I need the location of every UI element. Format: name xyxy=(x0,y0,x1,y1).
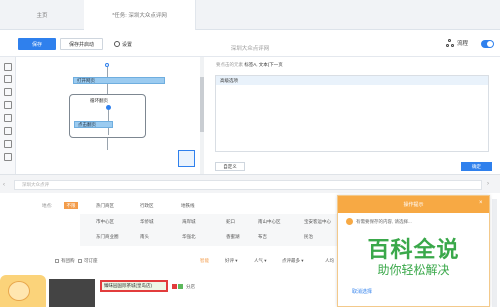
reserve-badge-icon xyxy=(178,284,183,289)
flow-connector xyxy=(108,110,109,121)
browser-scrollbar[interactable] xyxy=(492,199,497,307)
filter-tab-hot-area[interactable]: 热门商区 xyxy=(96,203,114,209)
operation-tip-popup: 操作提示 × 有需要保存的内容, 请选择... 百科全说 助你轻松解决 取消选择 xyxy=(337,195,490,307)
area-item[interactable]: 东门商业圈 xyxy=(96,234,119,240)
sort-price[interactable]: 人均 xyxy=(325,258,334,264)
page-icon[interactable] xyxy=(4,75,12,83)
wait-icon[interactable] xyxy=(4,153,12,161)
properties-header-value: 标签A, 文本(下一页 xyxy=(244,62,283,67)
sort-popularity[interactable]: 人气 ▾ xyxy=(254,258,267,264)
reservation-checkbox[interactable]: 可订座 xyxy=(78,258,98,264)
popup-message: 有需要保存的内容, 请选择... xyxy=(356,219,412,224)
flow-connector xyxy=(108,128,109,135)
mascot-image xyxy=(0,275,46,307)
close-icon[interactable]: × xyxy=(479,200,483,206)
sort-rating[interactable]: 好评 ▾ xyxy=(225,258,238,264)
fit-view-icon[interactable] xyxy=(178,150,195,167)
area-item[interactable]: 华侨城 xyxy=(140,219,154,225)
sort-reviews[interactable]: 点评最多 ▾ xyxy=(282,258,304,264)
filter-tab-metro[interactable]: 地铁线 xyxy=(181,203,195,209)
custom-button[interactable]: 自定义 xyxy=(215,162,245,171)
watermark-subtitle: 助你轻松解决 xyxy=(377,263,450,277)
area-grid: 市中心区 华侨城 海岸城 蛇口 南山中心区 宝安客运中心 东门商业圈 南头 华强… xyxy=(80,214,340,246)
flow-label: 流程 xyxy=(457,41,469,47)
settings-button[interactable]: 设置 xyxy=(108,38,138,50)
properties-header: 要点击的元素 标签A, 文本(下一页 xyxy=(216,62,283,68)
tab-home[interactable]: 主页 xyxy=(0,0,84,30)
cancel-selection-link[interactable]: 取消选择 xyxy=(352,288,372,295)
filter-unlimited[interactable]: 不限 xyxy=(64,202,78,209)
tool-rail xyxy=(0,57,16,174)
area-item[interactable]: 南山中心区 xyxy=(258,219,281,225)
flow-connector xyxy=(107,138,108,150)
add-step-icon[interactable] xyxy=(106,105,111,110)
warning-icon xyxy=(346,218,353,225)
node-click-next[interactable]: 点击翻页 xyxy=(74,121,113,128)
node-open-page[interactable]: 打开网页 xyxy=(73,77,165,84)
flow-icon xyxy=(446,39,454,47)
task-title: 深圳大众点评网 xyxy=(230,46,270,52)
edit-icon[interactable] xyxy=(4,101,12,109)
watermark-title: 百科全说 xyxy=(367,238,460,263)
tab-task[interactable]: *任务: 深圳大众点评网 xyxy=(84,0,196,30)
filter-tab-district[interactable]: 行政区 xyxy=(140,203,154,209)
sort-smart[interactable]: 智能 xyxy=(200,258,209,264)
branch-link[interactable]: 分店 xyxy=(186,284,195,290)
group-badge-icon xyxy=(172,284,177,289)
shop-thumbnail[interactable] xyxy=(49,279,95,307)
checkbox-label: 可订座 xyxy=(84,258,98,263)
area-item[interactable]: 宝安客运中心 xyxy=(304,219,331,225)
area-item[interactable]: 蛇口 xyxy=(226,219,235,225)
url-input[interactable]: 深圳大众点评 xyxy=(14,180,482,190)
area-item[interactable]: 民治 xyxy=(304,234,313,240)
loop-container[interactable]: 循环翻页 点击翻页 xyxy=(69,94,146,138)
go-icon[interactable]: › xyxy=(487,181,489,187)
save-and-start-button[interactable]: 保存并启动 xyxy=(60,38,103,50)
loop-icon[interactable] xyxy=(4,127,12,135)
flow-connector xyxy=(107,67,108,77)
ok-button[interactable]: 确定 xyxy=(461,162,492,171)
area-item[interactable]: 香蜜湖 xyxy=(226,234,240,240)
area-item[interactable]: 华强北 xyxy=(182,234,196,240)
back-icon[interactable]: ‹ xyxy=(3,182,5,188)
properties-header-prefix: 要点击的元素 xyxy=(216,62,243,67)
gear-icon xyxy=(113,41,120,47)
flow-connector xyxy=(107,84,108,94)
properties-list: 高级选项 xyxy=(215,75,489,152)
area-item[interactable]: 市中心区 xyxy=(96,219,114,225)
groupon-checkbox[interactable]: 有团购 xyxy=(55,258,75,264)
area-item[interactable]: 布吉 xyxy=(258,234,267,240)
checkbox-label: 有团购 xyxy=(61,258,75,263)
extract-icon[interactable] xyxy=(4,114,12,122)
filter-label: 地点: xyxy=(42,203,53,208)
advanced-options-row[interactable]: 高级选项 xyxy=(216,76,488,85)
condition-icon[interactable] xyxy=(4,140,12,148)
pointer-icon[interactable] xyxy=(4,63,12,71)
properties-panel: 要点击的元素 标签A, 文本(下一页 高级选项 自定义 确定 xyxy=(204,57,500,174)
popup-header: 操作提示 xyxy=(338,196,489,213)
loop-title: 循环翻页 xyxy=(90,98,108,103)
save-button[interactable]: 保存 xyxy=(18,38,56,50)
toolbar: 保存 保存并启动 设置 深圳大众点评网 流程 xyxy=(0,30,500,57)
url-bar: ‹ 深圳大众点评 › xyxy=(0,180,500,191)
checkbox-icon xyxy=(55,259,59,263)
area-item[interactable]: 南头 xyxy=(140,234,149,240)
settings-label: 设置 xyxy=(121,41,132,48)
flow-toggle[interactable] xyxy=(481,40,494,48)
flow-designer: 打开网页 循环翻页 点击翻页 xyxy=(16,57,204,174)
flow-toggle-area: 流程 xyxy=(446,39,468,47)
area-item[interactable]: 海岸城 xyxy=(182,219,196,225)
click-icon[interactable] xyxy=(4,88,12,96)
tab-bar: 主页 *任务: 深圳大众点评网 xyxy=(0,0,500,30)
listing-title[interactable]: 臻味园国际茶城(皇岛店) xyxy=(100,280,168,292)
checkbox-icon xyxy=(78,259,82,263)
mascot-face xyxy=(8,281,30,301)
